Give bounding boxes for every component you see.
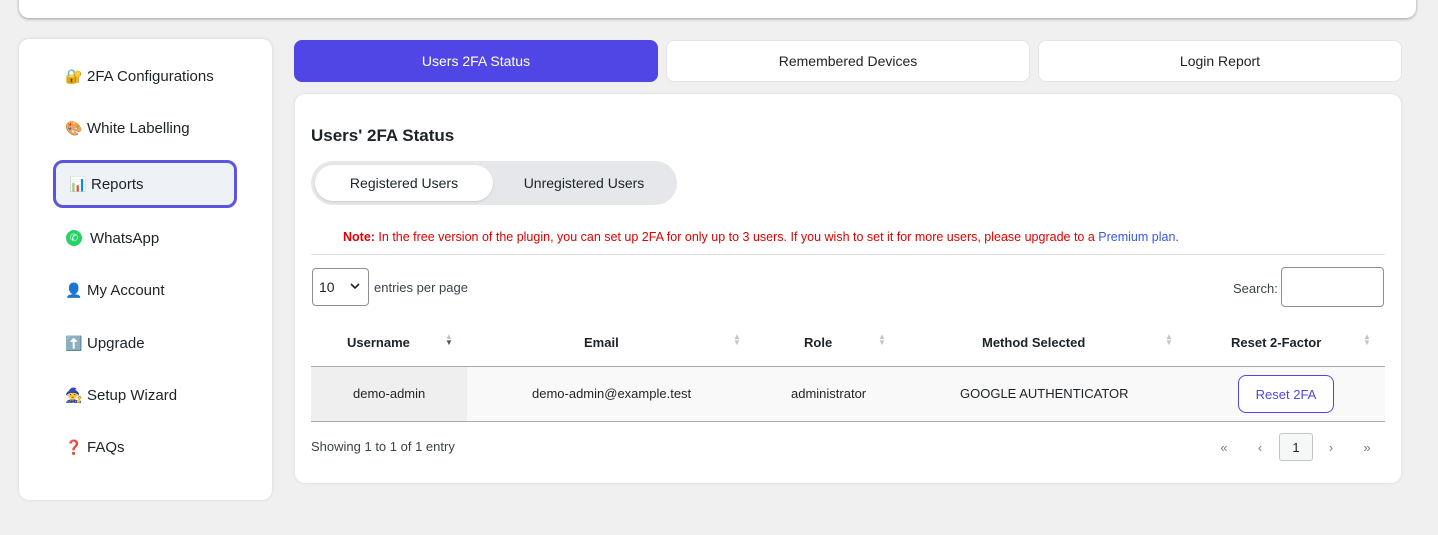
- lock-key-icon: 🔐: [65, 67, 83, 84]
- user-icon: 👤: [65, 281, 83, 298]
- column-header-reset-2-factor[interactable]: Reset 2-Factor: [1231, 335, 1321, 350]
- cell-email: demo-admin@example.test: [532, 386, 692, 401]
- sidebar-item-label: 2FA Configurations: [87, 67, 214, 85]
- sort-icon[interactable]: ▲ ▼: [1165, 333, 1173, 347]
- entries-per-page-select[interactable]: 10: [312, 268, 369, 306]
- premium-plan-link[interactable]: Premium plan: [1098, 230, 1175, 244]
- wizard-icon: 🧙: [65, 386, 83, 403]
- column-header-username[interactable]: Username: [347, 335, 410, 350]
- column-header-method-selected[interactable]: Method Selected: [982, 335, 1085, 350]
- whatsapp-icon: ✆: [66, 230, 82, 246]
- pagination-page-1[interactable]: 1: [1279, 433, 1313, 461]
- divider: [311, 254, 1385, 255]
- unregistered-users-button[interactable]: Unregistered Users: [495, 165, 673, 201]
- user-type-toggle: Registered Users Unregistered Users: [311, 161, 677, 205]
- column-header-email[interactable]: Email: [584, 335, 619, 350]
- note-text: In the free version of the plugin, you c…: [374, 230, 1099, 244]
- panel-title: Users' 2FA Status: [311, 126, 455, 145]
- sidebar-item-label: White Labelling: [87, 119, 190, 137]
- pagination-last[interactable]: »: [1353, 433, 1381, 461]
- note-suffix: .: [1175, 230, 1179, 244]
- sort-icon[interactable]: ▲ ▼: [1363, 333, 1371, 347]
- bar-chart-icon: 📊: [69, 175, 87, 192]
- sidebar-item-faqs[interactable]: ❓ FAQs: [53, 423, 237, 471]
- palette-icon: 🎨: [65, 119, 83, 136]
- sidebar-item-label: Upgrade: [87, 334, 145, 352]
- search-input[interactable]: [1281, 267, 1384, 307]
- sidebar-item-label: Setup Wizard: [87, 386, 178, 404]
- tab-remembered-devices[interactable]: Remembered Devices: [666, 40, 1030, 82]
- sidebar-item-my-account[interactable]: 👤 My Account: [53, 266, 237, 314]
- search-label: Search:: [1233, 281, 1278, 296]
- column-header-role[interactable]: Role: [804, 335, 832, 350]
- sidebar-item-reports[interactable]: 📊 Reports: [53, 160, 237, 208]
- sidebar: 🔐 2FA Configurations 🎨 White Labelling 📊…: [19, 39, 272, 500]
- pagination-first[interactable]: «: [1210, 433, 1238, 461]
- sort-icon[interactable]: ▲ ▼: [733, 333, 741, 347]
- sidebar-item-whatsapp[interactable]: ✆ WhatsApp: [53, 214, 237, 262]
- sidebar-item-upgrade[interactable]: ⬆️ Upgrade: [53, 319, 237, 367]
- pagination-next[interactable]: ›: [1317, 433, 1345, 461]
- cell-username: demo-admin: [353, 386, 426, 401]
- free-version-note: Note: In the free version of the plugin,…: [343, 230, 1179, 244]
- reset-2fa-button[interactable]: Reset 2FA: [1238, 375, 1334, 413]
- tab-users-2fa-status[interactable]: Users 2FA Status: [294, 40, 658, 82]
- sidebar-item-white-labelling[interactable]: 🎨 White Labelling: [53, 104, 237, 152]
- registered-users-button[interactable]: Registered Users: [315, 165, 493, 201]
- sidebar-item-2fa-configurations[interactable]: 🔐 2FA Configurations: [53, 52, 237, 100]
- users-2fa-status-panel: Users' 2FA Status Registered Users Unreg…: [295, 94, 1401, 483]
- pagination-previous[interactable]: ‹: [1246, 433, 1274, 461]
- entries-per-page-label: entries per page: [374, 280, 468, 295]
- cell-method: GOOGLE AUTHENTICATOR: [960, 386, 1129, 401]
- sidebar-item-label: WhatsApp: [90, 229, 160, 247]
- entries-per-page-value: 10: [319, 279, 335, 295]
- sort-icon[interactable]: ▲ ▼: [878, 333, 886, 347]
- sidebar-item-setup-wizard[interactable]: 🧙 Setup Wizard: [53, 371, 237, 419]
- sidebar-item-label: Reports: [91, 175, 144, 193]
- arrow-up-icon: ⬆️: [65, 334, 83, 351]
- note-prefix: Note:: [343, 230, 375, 244]
- tab-login-report[interactable]: Login Report: [1038, 40, 1402, 82]
- question-icon: ❓: [65, 438, 83, 455]
- sidebar-item-label: FAQs: [87, 438, 125, 456]
- top-bar: [19, 0, 1416, 18]
- table-bottom-divider: [311, 421, 1385, 422]
- cell-role: administrator: [791, 386, 867, 401]
- chevron-down-icon: [350, 283, 360, 290]
- table-info: Showing 1 to 1 of 1 entry: [311, 439, 455, 454]
- sidebar-item-label: My Account: [87, 281, 165, 299]
- sort-icon[interactable]: ▲ ▼: [445, 333, 453, 347]
